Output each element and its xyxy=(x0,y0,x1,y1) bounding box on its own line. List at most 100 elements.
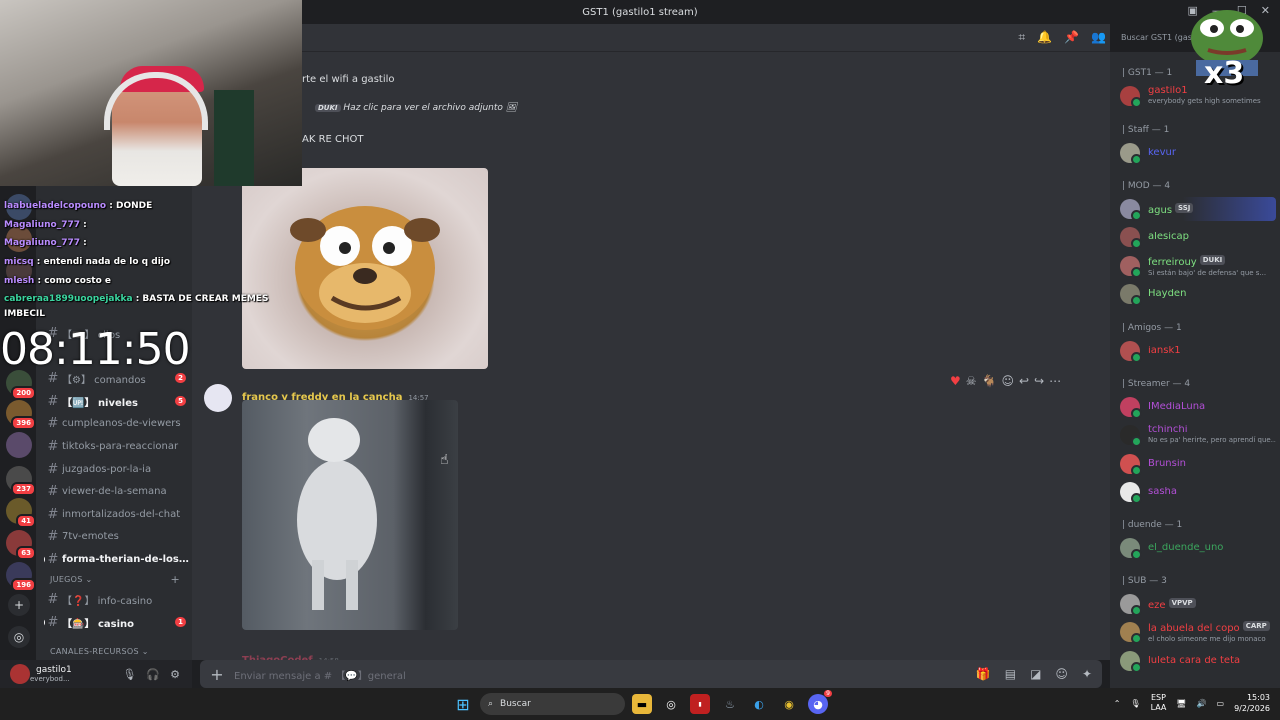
channel-forma-therian[interactable]: #forma-therian-de-los-viewers xyxy=(44,549,190,569)
threads-icon[interactable]: ⌗ xyxy=(1018,30,1025,45)
taskbar-clock[interactable]: 15:03 9/2/2026 xyxy=(1234,692,1270,714)
member-item[interactable]: tchinchi No es pa' herirte, pero aprendí … xyxy=(1120,423,1276,447)
bell-icon[interactable]: 🔔 xyxy=(1037,30,1052,45)
steam-icon[interactable]: ♨ xyxy=(720,694,740,714)
channel-info-casino[interactable]: # 【❓】 info-casino xyxy=(44,589,190,609)
role-header: | Staff — 1 xyxy=(1122,125,1170,135)
attach-plus-icon[interactable]: + xyxy=(200,665,234,684)
more-icon[interactable]: ⋯ xyxy=(1049,374,1061,388)
avatar[interactable] xyxy=(10,664,30,684)
windows-start-icon[interactable]: ⊞ xyxy=(453,694,473,714)
app-icon[interactable]: ▮ xyxy=(690,694,710,714)
server-icon[interactable]: 41 xyxy=(6,498,36,528)
member-tag: VPVP xyxy=(1168,598,1196,608)
member-item[interactable]: kevur xyxy=(1120,141,1276,165)
server-icon[interactable]: 396 xyxy=(6,400,36,430)
channel-cumpleanos[interactable]: # cumpleanos-de-viewers xyxy=(44,413,190,433)
role-tag: DUKI xyxy=(315,103,341,112)
server-icon[interactable]: 237 xyxy=(6,466,36,496)
microphone-icon[interactable]: 🎙 xyxy=(122,668,136,681)
member-item[interactable]: la abuela del copo CARP el cholo simeone m… xyxy=(1120,620,1276,644)
avatar xyxy=(1120,538,1142,560)
channel-tiktoks[interactable]: # tiktoks-para-reaccionar xyxy=(44,436,190,456)
user-status: everybod... xyxy=(30,675,70,683)
server-icon[interactable]: 196 xyxy=(6,562,36,592)
member-item[interactable]: sasha xyxy=(1120,480,1276,504)
explore-icon[interactable]: ◎ xyxy=(8,626,30,648)
obs-icon[interactable]: ◎ xyxy=(661,694,681,714)
chevron-up-icon[interactable]: ⌃ xyxy=(1114,699,1121,708)
category-juegos[interactable]: JUEGOS ⌄ + xyxy=(50,573,190,586)
add-server-icon[interactable]: + xyxy=(8,594,30,616)
reply-icon[interactable]: ↩ xyxy=(1019,374,1029,388)
member-item[interactable]: ferreirouy DUKI Si están bajo' de defensa'… xyxy=(1120,254,1276,278)
battery-icon[interactable]: ▭ xyxy=(1217,699,1225,708)
reply-text: Haz clic para ver el archivo adjunto xyxy=(343,103,503,113)
chat-msg: : entendi nada de lo q dijo xyxy=(36,257,171,267)
microphone-icon[interactable]: 🎙 xyxy=(1130,699,1140,708)
member-name: IMediaLuna xyxy=(1148,402,1206,412)
channel-niveles[interactable]: # 【🆙】 niveles 5 xyxy=(44,391,190,411)
member-item[interactable]: alesicap xyxy=(1120,225,1276,249)
lang-code: ESP xyxy=(1150,693,1166,702)
gif-icon[interactable]: ▤ xyxy=(1005,667,1016,681)
members-icon[interactable]: 👥 xyxy=(1091,30,1106,45)
dog-video-frame xyxy=(297,418,377,610)
stream-chat-line: IMBECIL xyxy=(4,309,45,319)
taskbar-search[interactable]: ⌕ Buscar xyxy=(480,693,625,715)
monitor-icon[interactable]: 🖥 xyxy=(1176,699,1186,708)
member-item[interactable]: el_duende_uno xyxy=(1120,536,1276,560)
member-item[interactable]: iansk1 xyxy=(1120,339,1276,363)
stream-chat-line: laabueladelcopouno : DONDE xyxy=(4,201,152,211)
member-item[interactable]: agus SSJ xyxy=(1120,197,1276,221)
add-reaction-icon[interactable]: ☺ xyxy=(1001,374,1014,388)
member-item[interactable]: luleta cara de teta xyxy=(1120,649,1276,673)
channel-prefix: 【❓】 xyxy=(62,595,95,607)
file-explorer-icon[interactable]: ▬ xyxy=(632,694,652,714)
sticker-icon[interactable]: ◪ xyxy=(1030,667,1041,681)
member-item[interactable]: Brunsin xyxy=(1120,452,1276,476)
hash-icon: # xyxy=(47,551,59,567)
member-name: Hayden xyxy=(1148,289,1187,299)
stream-chat-line: Magaliuno_777 : xyxy=(4,220,87,230)
edge-icon[interactable]: ◐ xyxy=(749,694,769,714)
member-status: Si están bajo' de defensa' que s... xyxy=(1148,268,1267,277)
member-item[interactable]: IMediaLuna xyxy=(1120,395,1276,419)
pin-icon[interactable]: 📌 xyxy=(1064,30,1079,45)
chat-user: cabreraa1899uoopejakka xyxy=(4,294,133,304)
discord-icon[interactable]: ◕ 9 xyxy=(808,690,832,714)
member-name: tchinchi xyxy=(1148,425,1188,435)
server-icon[interactable] xyxy=(6,432,32,458)
member-item[interactable]: eze VPVP xyxy=(1120,592,1276,616)
message-input[interactable]: Enviar mensaje a # 【💬】general xyxy=(234,667,406,682)
channel-inmortalizados[interactable]: # inmortalizados-del-chat xyxy=(44,504,190,524)
reply-preview[interactable]: DUKI Haz clic para ver el archivo adjunt… xyxy=(312,103,517,113)
apps-icon[interactable]: ✦ xyxy=(1082,667,1092,681)
channel-juzgados[interactable]: # juzgados-por-la-ia xyxy=(44,459,190,479)
emoji-icon[interactable]: ☺ xyxy=(1055,667,1068,681)
server-icon[interactable]: 63 xyxy=(6,530,36,560)
volume-icon[interactable]: 🔊 xyxy=(1197,699,1207,708)
channel-viewer-semana[interactable]: # viewer-de-la-semana xyxy=(44,481,190,501)
image-attachment[interactable] xyxy=(242,168,488,369)
skull-icon[interactable]: ☠ xyxy=(966,374,977,388)
discord-badge: 9 xyxy=(824,690,832,697)
stream-chat-overlay: laabueladelcopouno : DONDE Magaliuno_777… xyxy=(0,200,268,320)
member-item[interactable]: Hayden xyxy=(1120,282,1276,306)
headset-icon[interactable]: 🎧 xyxy=(146,668,160,681)
message-composer[interactable]: + Enviar mensaje a # 【💬】general 🎁 ▤ ◪ ☺ … xyxy=(200,660,1102,688)
language-indicator[interactable]: ESP LAA xyxy=(1151,693,1167,713)
video-attachment[interactable] xyxy=(242,400,458,630)
channel-casino[interactable]: # 【🎰】 casino 1 xyxy=(44,612,190,632)
channel-7tv-emotes[interactable]: #7tv-emotes xyxy=(44,526,190,546)
heart-icon[interactable]: ♥ xyxy=(950,374,961,388)
forward-icon[interactable]: ↪ xyxy=(1034,374,1044,388)
avatar[interactable] xyxy=(204,384,232,412)
gift-icon[interactable]: 🎁 xyxy=(976,667,991,681)
goat-icon[interactable]: 🐐 xyxy=(982,374,997,388)
category-recursos[interactable]: CANALES-RECURSOS ⌄ xyxy=(50,647,190,656)
chrome-icon[interactable]: ◉ xyxy=(779,694,799,714)
add-channel-icon[interactable]: + xyxy=(170,573,180,586)
message-text: AK RE CHOT xyxy=(302,134,364,145)
gear-icon[interactable]: ⚙ xyxy=(170,668,180,681)
